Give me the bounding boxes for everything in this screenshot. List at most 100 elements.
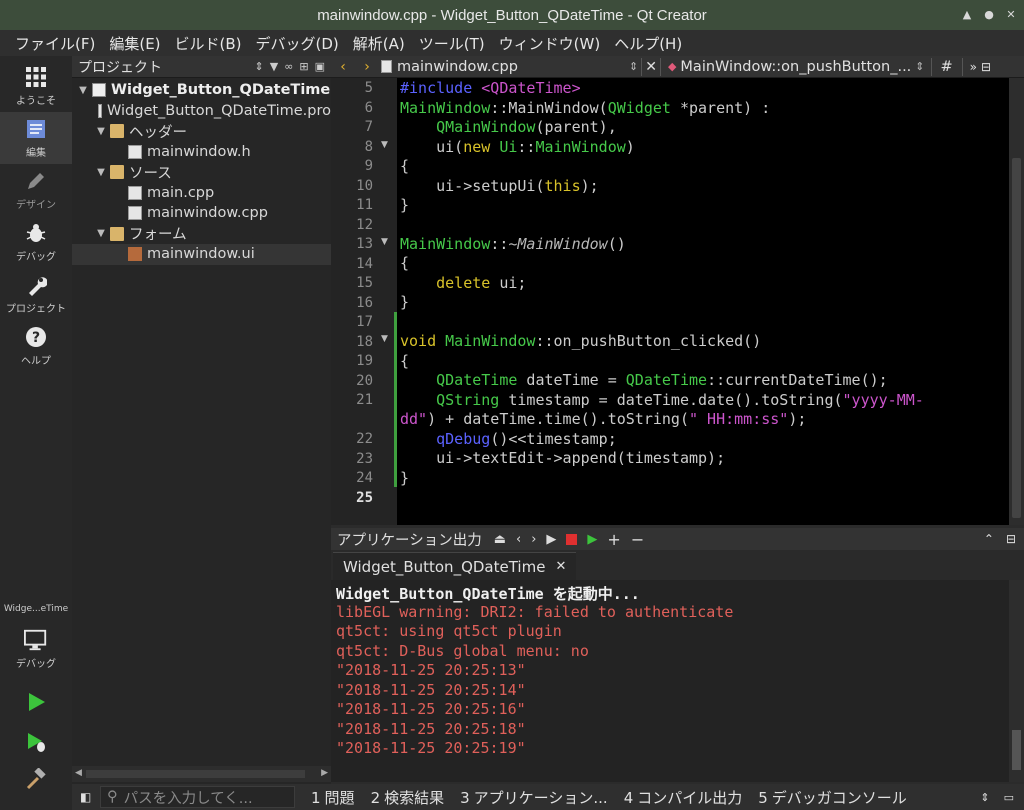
output-tab[interactable]: Widget_Button_QDateTime ✕: [333, 552, 577, 580]
kit-selector[interactable]: デバッグ: [0, 620, 72, 678]
close-pane-icon[interactable]: ▣: [315, 60, 325, 73]
link-icon[interactable]: ∞: [284, 60, 293, 73]
project-panel-header: プロジェクト ⇕ ▼ ∞ ⊞ ▣: [72, 56, 331, 78]
tree-item[interactable]: mainwindow.ui: [72, 244, 331, 265]
zoom-out-icon[interactable]: −: [631, 530, 644, 549]
menu-file[interactable]: ファイル(F): [8, 33, 102, 54]
file-dropdown-icon[interactable]: ⇕: [629, 60, 638, 73]
menu-debug[interactable]: デバッグ(D): [249, 33, 346, 54]
scroll-thumb[interactable]: [1012, 158, 1021, 518]
output-line: qt5ct: using qt5ct plugin: [336, 622, 562, 640]
attach-icon[interactable]: ⏏: [494, 532, 506, 547]
back-icon[interactable]: ‹: [331, 59, 355, 75]
zoom-in-icon[interactable]: +: [607, 530, 620, 549]
menu-edit[interactable]: 編集(E): [102, 33, 167, 54]
open-file-name[interactable]: mainwindow.cpp: [397, 59, 629, 75]
symbol-selector[interactable]: MainWindow::on_pushButton_...: [680, 59, 911, 75]
fold-marker-icon[interactable]: ▼: [381, 334, 388, 344]
scroll-left-icon[interactable]: ◀: [75, 768, 82, 778]
debug-attach-icon[interactable]: ▶: [587, 532, 597, 547]
output-toggle-icon[interactable]: ▭: [1004, 791, 1014, 804]
line-number: 20: [356, 372, 373, 389]
minimize-icon[interactable]: ▲: [960, 5, 974, 23]
output-pane-tab[interactable]: 5 デバッガコンソール: [750, 787, 915, 808]
tree-item[interactable]: ▼ フォーム: [72, 224, 331, 245]
more-icon[interactable]: »: [970, 60, 977, 74]
mode-design[interactable]: デザイン: [0, 164, 72, 216]
scroll-thumb[interactable]: [1012, 730, 1021, 770]
mode-projects[interactable]: プロジェクト: [0, 268, 72, 320]
close-document-icon[interactable]: ✕: [645, 59, 657, 75]
line-number: 6: [364, 99, 373, 116]
forward-icon[interactable]: ›: [355, 59, 379, 75]
menu-window[interactable]: ウィンドウ(W): [492, 33, 608, 54]
sort-icon[interactable]: ⇕: [255, 60, 264, 73]
split-icon[interactable]: ⊞: [299, 60, 308, 73]
close-icon[interactable]: ✕: [1004, 5, 1018, 23]
menu-help[interactable]: ヘルプ(H): [607, 33, 689, 54]
output-pane-tab[interactable]: 3 アプリケーション...: [452, 787, 616, 808]
mode-edit[interactable]: 編集: [0, 112, 72, 164]
build-button[interactable]: [0, 758, 72, 802]
menu-tools[interactable]: ツール(T): [412, 33, 492, 54]
menu-build[interactable]: ビルド(B): [168, 33, 249, 54]
line-number: 14: [356, 255, 373, 272]
tree-item[interactable]: ▼ Widget_Button_QDateTime: [72, 80, 331, 101]
code-editor[interactable]: #include <QDateTime> MainWindow::MainWin…: [397, 78, 1009, 525]
tree-item[interactable]: mainwindow.h: [72, 142, 331, 163]
stop-icon[interactable]: [566, 533, 578, 545]
symbol-dropdown-icon[interactable]: ⇕: [915, 60, 924, 73]
line-encoding[interactable]: #: [941, 59, 953, 75]
line-number: 21: [356, 392, 373, 408]
up-arrow-icon[interactable]: ⇕: [980, 791, 989, 804]
maximize-pane-icon[interactable]: ⌃: [984, 532, 994, 546]
tree-item[interactable]: main.cpp: [72, 183, 331, 204]
output-pane-tab[interactable]: 1 問題: [303, 787, 363, 808]
locator-input[interactable]: ⚲ パスを入力してく...: [100, 786, 295, 808]
fold-marker-icon[interactable]: ▼: [381, 237, 388, 247]
project-panel-title[interactable]: プロジェクト: [78, 57, 162, 77]
mode-welcome[interactable]: ようこそ: [0, 60, 72, 112]
tree-item[interactable]: mainwindow.cpp: [72, 203, 331, 224]
tree-item-label: Widget_Button_QDateTime.pro: [106, 102, 331, 119]
scroll-right-icon[interactable]: ▶: [321, 768, 328, 778]
close-tab-icon[interactable]: ✕: [555, 559, 566, 574]
help-icon: ?: [24, 325, 48, 349]
split-editor-icon[interactable]: ⊟: [981, 60, 991, 74]
output-pane-tab[interactable]: 2 検索結果: [363, 787, 453, 808]
tree-item[interactable]: Widget_Button_QDateTime.pro: [72, 101, 331, 122]
close-pane-icon[interactable]: ⊟: [1006, 532, 1016, 546]
menu-analyze[interactable]: 解析(A): [346, 33, 412, 54]
expand-arrow-icon[interactable]: ▼: [94, 126, 108, 137]
line-number: 8: [364, 138, 373, 155]
window-controls: ▲ ● ✕: [960, 5, 1018, 23]
output-vscroll[interactable]: [1009, 580, 1024, 782]
code-line: ui->setupUi(this);: [400, 176, 599, 195]
next-icon[interactable]: ›: [531, 532, 536, 547]
output-pane-tab[interactable]: 4 コンパイル出力: [616, 787, 751, 808]
toggle-sidebar-icon[interactable]: ◧: [80, 790, 91, 804]
scroll-track[interactable]: [86, 770, 305, 778]
mode-debug[interactable]: デバッグ: [0, 216, 72, 268]
expand-arrow-icon[interactable]: ▼: [76, 85, 90, 96]
line-number: 7: [364, 119, 373, 135]
editor-vscroll[interactable]: [1009, 78, 1024, 525]
line-number: 22: [356, 431, 373, 447]
editor-toolbar: ‹ › mainwindow.cpp ⇕ ✕ ◆ MainWindow::on_…: [331, 56, 1024, 78]
project-hscroll[interactable]: ◀ ▶: [72, 766, 331, 782]
rerun-icon[interactable]: ▶: [546, 532, 556, 547]
prev-icon[interactable]: ‹: [516, 532, 521, 547]
application-output[interactable]: Widget_Button_QDateTime を起動中... libEGL wa…: [331, 580, 1009, 782]
expand-arrow-icon[interactable]: ▼: [94, 228, 108, 239]
tree-item[interactable]: ▼ ヘッダー: [72, 121, 331, 142]
mode-help[interactable]: ? ヘルプ: [0, 320, 72, 372]
maximize-icon[interactable]: ●: [982, 5, 996, 23]
expand-arrow-icon[interactable]: ▼: [94, 167, 108, 178]
filter-icon[interactable]: ▼: [270, 60, 278, 73]
window-title: mainwindow.cpp - Widget_Button_QDateTime…: [317, 6, 707, 24]
fold-marker-icon[interactable]: ▼: [381, 140, 388, 150]
line-number: 13: [356, 236, 373, 252]
code-line: MainWindow::MainWindow(QWidget *parent) …: [400, 98, 771, 117]
folder-icon: [110, 124, 124, 139]
tree-item[interactable]: ▼ ソース: [72, 162, 331, 183]
